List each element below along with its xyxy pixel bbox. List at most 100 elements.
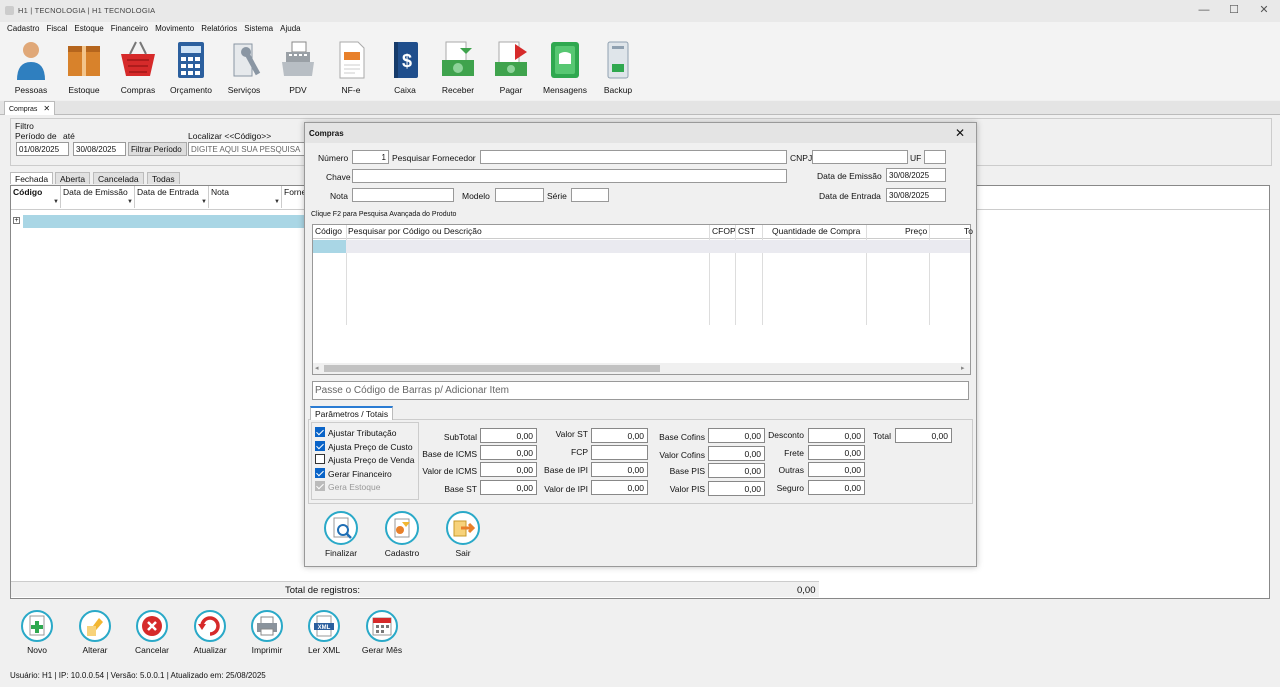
dialog-close-icon[interactable]: ✕ <box>955 126 965 140</box>
tab-fechada[interactable]: Fechada <box>10 172 54 184</box>
toolbar-servicos-button[interactable]: Serviços <box>216 38 272 100</box>
table-row[interactable] <box>313 240 346 253</box>
valor-cofins-value[interactable]: 0,00 <box>708 446 765 461</box>
col-data-entrada[interactable]: Data de Entrada <box>137 187 199 197</box>
toolbar-pagar-button[interactable]: Pagar <box>483 38 539 100</box>
minimize-button[interactable]: — <box>1190 2 1218 19</box>
print-button[interactable]: Imprimir <box>243 610 291 655</box>
fornecedor-input[interactable] <box>480 150 787 164</box>
menu-financeiro[interactable]: Financeiro <box>109 23 150 34</box>
date-to-input[interactable]: 30/08/2025 <box>73 142 126 156</box>
date-from-input[interactable]: 01/08/2025 <box>16 142 69 156</box>
menu-sistema[interactable]: Sistema <box>242 23 275 34</box>
item-col-quantidade[interactable]: Quantidade de Compra <box>772 226 860 236</box>
read-xml-button[interactable]: XML Ler XML <box>300 610 348 655</box>
menu-fiscal[interactable]: Fiscal <box>44 23 69 34</box>
finalize-button[interactable]: Finalizar <box>315 511 367 558</box>
total-value[interactable]: 0,00 <box>895 428 952 443</box>
cnpj-input[interactable] <box>812 150 908 164</box>
col-fornecedor[interactable]: Forne <box>284 187 306 197</box>
serie-input[interactable] <box>571 188 609 202</box>
exit-button[interactable]: Sair <box>437 511 489 558</box>
chave-input[interactable] <box>352 169 787 183</box>
table-row[interactable] <box>346 240 970 253</box>
col-nota[interactable]: Nota <box>211 187 229 197</box>
toolbar-receber-button[interactable]: Receber <box>430 38 486 100</box>
item-col-total[interactable]: To <box>964 226 973 236</box>
menu-cadastro[interactable]: Cadastro <box>5 23 41 34</box>
toolbar-backup-button[interactable]: Backup <box>590 38 646 100</box>
uf-input[interactable] <box>924 150 946 164</box>
filter-dropdown-icon[interactable]: ▼ <box>127 199 133 205</box>
tab-aberta[interactable]: Aberta <box>55 172 91 184</box>
tab-compras[interactable]: Compras ✕ <box>4 101 56 115</box>
toolbar-estoque-button[interactable]: Estoque <box>56 38 112 100</box>
desconto-value[interactable]: 0,00 <box>808 428 865 443</box>
toolbar-compras-button[interactable]: Compras <box>110 38 166 100</box>
edit-button[interactable]: Alterar <box>71 610 119 655</box>
gerar-financeiro-checkbox[interactable] <box>315 468 325 478</box>
scroll-left-icon[interactable]: ◂ <box>315 364 319 372</box>
base-ipi-value[interactable]: 0,00 <box>591 462 648 477</box>
table-row[interactable] <box>23 215 305 228</box>
toolbar-caixa-button[interactable]: $ Caixa <box>377 38 433 100</box>
toolbar-mensagens-button[interactable]: Mensagens <box>537 38 593 100</box>
tab-todas[interactable]: Todas <box>147 172 180 184</box>
valor-st-value[interactable]: 0,00 <box>591 428 648 443</box>
seguro-value[interactable]: 0,00 <box>808 480 865 495</box>
item-col-codigo[interactable]: Código <box>315 226 342 236</box>
data-emissao-input[interactable]: 30/08/2025 <box>886 168 946 182</box>
scrollbar-thumb[interactable] <box>324 365 660 372</box>
generate-month-button[interactable]: Gerar Mês <box>358 610 406 655</box>
frete-value[interactable]: 0,00 <box>808 445 865 460</box>
menu-movimento[interactable]: Movimento <box>153 23 196 34</box>
search-input[interactable]: DIGITE AQUI SUA PESQUISA <box>188 142 306 156</box>
scroll-right-icon[interactable]: ▸ <box>961 364 965 372</box>
menu-estoque[interactable]: Estoque <box>72 23 105 34</box>
valor-pis-value[interactable]: 0,00 <box>708 481 765 496</box>
fcp-value[interactable] <box>591 445 648 460</box>
register-button[interactable]: Cadastro <box>376 511 428 558</box>
menu-ajuda[interactable]: Ajuda <box>278 23 302 34</box>
base-cofins-value[interactable]: 0,00 <box>708 428 765 443</box>
filter-dropdown-icon[interactable]: ▼ <box>201 199 207 205</box>
tab-cancelada[interactable]: Cancelada <box>93 172 144 184</box>
col-data-emissao[interactable]: Data de Emissão <box>63 187 128 197</box>
tab-close-icon[interactable]: ✕ <box>43 104 50 113</box>
maximize-button[interactable]: ☐ <box>1220 2 1248 19</box>
close-window-button[interactable]: ✕ <box>1250 2 1278 19</box>
toolbar-nfe-button[interactable]: NF-e <box>323 38 379 100</box>
cancel-button[interactable]: Cancelar <box>128 610 176 655</box>
valor-icms-value[interactable]: 0,00 <box>480 462 537 477</box>
base-pis-value[interactable]: 0,00 <box>708 463 765 478</box>
item-col-descricao[interactable]: Pesquisar por Código ou Descrição <box>348 226 482 236</box>
toolbar-pdv-button[interactable]: PDV <box>270 38 326 100</box>
items-grid[interactable]: Código Pesquisar por Código ou Descrição… <box>312 224 973 375</box>
nota-input[interactable] <box>352 188 454 202</box>
modelo-input[interactable] <box>495 188 544 202</box>
filter-dropdown-icon[interactable]: ▼ <box>274 199 280 205</box>
horizontal-scrollbar[interactable]: ◂ ▸ <box>313 363 970 374</box>
filter-period-button[interactable]: Filtrar Período <box>128 142 187 156</box>
base-st-value[interactable]: 0,00 <box>480 480 537 495</box>
item-col-cst[interactable]: CST <box>738 226 755 236</box>
subtotal-value[interactable]: 0,00 <box>480 428 537 443</box>
filter-dropdown-icon[interactable]: ▼ <box>53 199 59 205</box>
col-codigo[interactable]: Código <box>13 187 42 197</box>
barcode-input[interactable]: Passe o Código de Barras p/ Adicionar It… <box>312 381 969 400</box>
refresh-button[interactable]: Atualizar <box>186 610 234 655</box>
outras-value[interactable]: 0,00 <box>808 462 865 477</box>
data-entrada-input[interactable]: 30/08/2025 <box>886 188 946 202</box>
valor-ipi-value[interactable]: 0,00 <box>591 480 648 495</box>
toolbar-orcamento-button[interactable]: Orçamento <box>163 38 219 100</box>
new-button[interactable]: Novo <box>13 610 61 655</box>
item-col-preco[interactable]: Preço <box>905 226 927 236</box>
ajustar-tributacao-checkbox[interactable] <box>315 427 325 437</box>
menu-relatorios[interactable]: Relatórios <box>199 23 239 34</box>
item-col-cfop[interactable]: CFOP <box>712 226 736 236</box>
ajusta-preco-venda-checkbox[interactable] <box>315 454 325 464</box>
tab-params[interactable]: Parâmetros / Totais <box>310 406 394 420</box>
base-icms-value[interactable]: 0,00 <box>480 445 537 460</box>
toolbar-pessoas-button[interactable]: Pessoas <box>3 38 59 100</box>
expand-icon[interactable]: + <box>13 217 20 224</box>
